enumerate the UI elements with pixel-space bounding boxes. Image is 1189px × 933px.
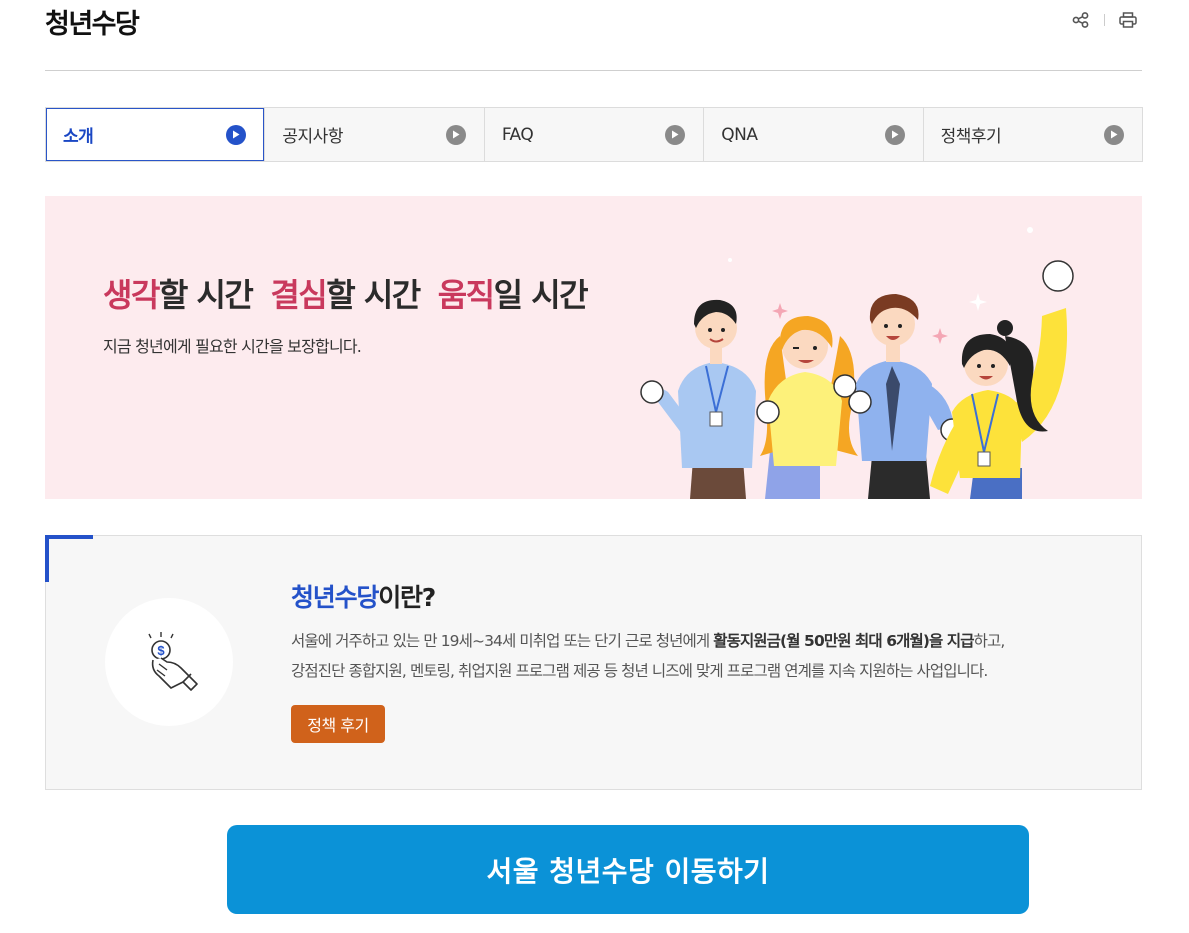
desc-text: 하고, (973, 632, 1006, 650)
desc-bold: 활동지원금(월 50만원 최대 6개월)을 지급 (713, 632, 974, 650)
hero-subtitle: 지금 청년에게 필요한 시간을 보장합니다. (103, 337, 362, 356)
tab-intro[interactable]: 소개 (46, 108, 265, 161)
header-tools (1070, 10, 1139, 30)
intro-title: 청년수당이란? (291, 578, 436, 614)
tab-label: FAQ (501, 124, 534, 145)
title-divider (45, 70, 1142, 71)
tab-qna[interactable]: QNA (703, 108, 922, 161)
play-arrow-icon (445, 124, 466, 145)
policy-review-button[interactable]: 정책 후기 (291, 705, 385, 743)
cheering-people-illustration (640, 227, 1074, 499)
svg-text:$: $ (157, 643, 165, 658)
intro-section: $ 청년수당이란? 서울에 거주하고 있는 만 19세~34세 미취업 또는 단… (45, 535, 1142, 790)
tab-label: QNA (721, 124, 758, 145)
corner-accent (45, 535, 93, 539)
icon-badge: $ (105, 598, 233, 726)
hero-headline: 생각할 시간 결심할 시간 움직일 시간 (103, 270, 589, 316)
go-to-seoul-youth-allowance-button[interactable]: 서울 청년수당 이동하기 (227, 825, 1029, 914)
intro-title-rest: 이란? (378, 583, 436, 612)
desc-text: 강점진단 종합지원, 멘토링, 취업지원 프로그램 제공 등 청년 니즈에 맞게… (291, 662, 988, 680)
tab-notice[interactable]: 공지사항 (264, 108, 483, 161)
desc-text: 서울에 거주하고 있는 만 19세~34세 미취업 또는 단기 근로 청년에게 (291, 632, 714, 650)
hand-holding-coin-icon: $ (148, 632, 198, 691)
intro-title-accent: 청년수당 (291, 583, 379, 612)
tab-bar: 소개 공지사항 FAQ QNA 정책후기 (45, 107, 1143, 162)
tab-policy-review[interactable]: 정책후기 (922, 108, 1142, 161)
headline-text: 할 시간 (326, 276, 421, 314)
headline-accent: 결심 (270, 276, 327, 314)
tab-label: 공지사항 (282, 127, 343, 147)
play-arrow-icon (884, 124, 905, 145)
tab-label: 소개 (63, 127, 94, 147)
page-title: 청년수당 (45, 9, 140, 40)
tab-label: 정책후기 (940, 127, 1002, 147)
play-arrow-icon (226, 124, 247, 145)
print-icon[interactable] (1117, 10, 1139, 30)
play-arrow-icon (665, 124, 686, 145)
play-arrow-icon (1104, 124, 1125, 145)
corner-accent (45, 535, 49, 582)
headline-text: 할 시간 (158, 276, 254, 314)
headline-accent: 생각 (103, 276, 160, 314)
headline-text: 일 시간 (493, 276, 589, 314)
tool-divider (1104, 14, 1105, 26)
intro-description: 서울에 거주하고 있는 만 19세~34세 미취업 또는 단기 근로 청년에게 … (291, 626, 1111, 686)
hero-banner: 생각할 시간 결심할 시간 움직일 시간 지금 청년에게 필요한 시간을 보장합니다… (45, 196, 1142, 499)
tab-faq[interactable]: FAQ (483, 108, 703, 161)
headline-accent: 움직 (437, 276, 495, 314)
share-icon[interactable] (1070, 10, 1092, 30)
